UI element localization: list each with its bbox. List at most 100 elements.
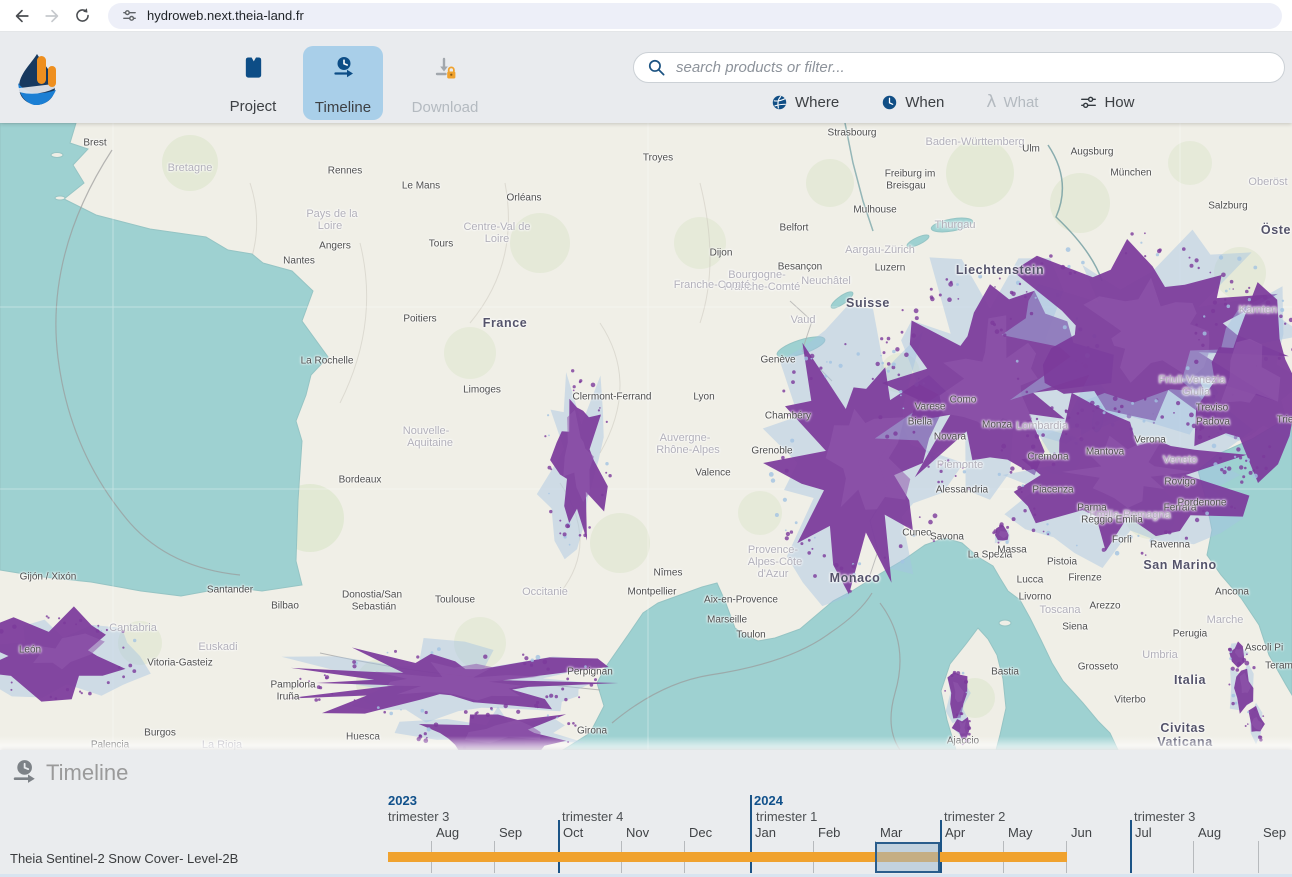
axis-month-label: Jan (755, 825, 776, 840)
map-label-region: Bourgogne- (728, 269, 786, 281)
map-label-region: Veneto (1163, 454, 1197, 466)
timeline-axis[interactable]: AugSepOctNovDecJanFebMarAprMayJunJulAugS… (0, 750, 1292, 877)
axis-tick-sep (1258, 841, 1259, 873)
map-label-region: Aargau-Zürich (845, 244, 915, 256)
axis-year-label: 2023 (388, 793, 417, 808)
reload-icon[interactable] (70, 4, 94, 28)
map-label-region: Euskadi (198, 641, 237, 653)
map-label-country: Italia (1174, 673, 1206, 687)
filter-where-label: Where (795, 94, 839, 111)
map-label-city: Pamplona (270, 680, 315, 691)
map-label-city: Orléans (506, 193, 541, 204)
map-label-country: San Marino (1143, 558, 1216, 572)
search-input[interactable]: search products or filter... (633, 52, 1285, 83)
app-header: Project Timeline Download search product… (0, 32, 1292, 123)
map-canvas[interactable]: FranceMonacoItaliaSan MarinoCivitasVatic… (0, 123, 1292, 750)
timeline-row-bar[interactable] (388, 852, 1067, 862)
map-label-city: Toulouse (435, 595, 475, 606)
map-label-city: Girona (577, 726, 607, 737)
axis-tick-apr (940, 820, 942, 873)
map-label-city: Arezzo (1089, 601, 1120, 612)
map-label-city: Besançon (778, 262, 822, 273)
map-label-city: Treviso (1196, 403, 1228, 414)
map-label-city: Alessandria (936, 485, 988, 496)
map-label-city: Freiburg im (885, 169, 936, 180)
map-label-region: Giulia (1182, 386, 1210, 398)
map-label-region: Baden-Württemberg (925, 136, 1024, 148)
map-label-region: Bretagne (168, 162, 213, 174)
map-label-city: Marseille (707, 615, 747, 626)
search-icon (647, 58, 666, 77)
map-label-city: Trie (1277, 415, 1292, 426)
map-label-region: Oberöst (1248, 176, 1287, 188)
tab-timeline-label: Timeline (315, 99, 371, 116)
map-label-region: Loire (485, 233, 509, 245)
url-text[interactable]: hydroweb.next.theia-land.fr (147, 8, 304, 23)
map-labels-layer: FranceMonacoItaliaSan MarinoCivitasVatic… (0, 123, 1292, 750)
hydroweb-logo[interactable] (16, 53, 58, 109)
axis-tick-aug (1193, 841, 1194, 873)
map-label-country: Öste (1261, 223, 1291, 237)
axis-month-label: Sep (1263, 825, 1286, 840)
tab-download[interactable]: Download (403, 46, 487, 120)
map-label-region: Aquitaine (407, 437, 453, 449)
address-bar[interactable]: hydroweb.next.theia-land.fr (108, 3, 1282, 29)
map-label-city: Pistoia (1047, 557, 1077, 568)
axis-month-label: Nov (626, 825, 649, 840)
map-label-region: Rhône-Alpes (656, 444, 720, 456)
filter-when[interactable]: When (881, 94, 944, 111)
filter-how[interactable]: How (1080, 94, 1134, 111)
map-label-city: Verona (1134, 435, 1166, 446)
filter-where[interactable]: Where (771, 94, 839, 111)
map-label-city: Salzburg (1208, 201, 1247, 212)
map-label-region: Auvergne- (660, 432, 711, 444)
map-label-city: Bastia (991, 667, 1019, 678)
map-label-city: Varese (915, 402, 946, 413)
tune-icon[interactable] (121, 7, 138, 24)
map-label-city: Lyon (693, 392, 714, 403)
sliders-icon (1080, 94, 1097, 111)
map-label-city: Padova (1196, 417, 1230, 428)
filter-when-label: When (905, 94, 944, 111)
map-label-city: Grosseto (1078, 662, 1119, 673)
timeline-selection[interactable] (875, 842, 940, 873)
map-label-city: Genève (760, 355, 795, 366)
timeline-clock-icon (331, 56, 355, 85)
map-label-region: Franche-Comté (724, 281, 800, 293)
map-label-region: Friuli-Venezia (1159, 374, 1226, 386)
browser-toolbar: hydroweb.next.theia-land.fr (0, 0, 1292, 32)
map-label-city: Dijon (710, 248, 733, 259)
map-label-region: Loire (318, 220, 342, 232)
map-label-region: Cantabria (109, 622, 157, 634)
forward-arrow-icon[interactable] (40, 4, 64, 28)
back-arrow-icon[interactable] (10, 4, 34, 28)
map-label-region: Centre-Val de (463, 221, 530, 233)
map-label-city: Biella (908, 417, 932, 428)
globe-icon (771, 94, 788, 111)
map-label-city: Ulm (1022, 144, 1040, 155)
map-label-city: Brest (83, 138, 106, 149)
map-label-region: Pays de la (306, 208, 357, 220)
project-journal-icon (242, 56, 265, 84)
axis-tick-oct (558, 820, 560, 873)
filter-what[interactable]: λ What (986, 94, 1038, 111)
map-label-city: Ravenna (1150, 540, 1190, 551)
map-label-city: Sebastián (352, 602, 396, 613)
map-label-city: Rovigo (1164, 477, 1195, 488)
map-label-city: La Rochelle (301, 356, 354, 367)
map-label-city: Ancona (1215, 587, 1249, 598)
tab-project[interactable]: Project (212, 46, 294, 120)
map-label-country: France (483, 316, 528, 330)
tab-project-label: Project (230, 98, 277, 115)
map-label-city: Forlì (1112, 535, 1132, 546)
map-label-city: Le Mans (402, 181, 440, 192)
map-label-city: Savona (930, 532, 964, 543)
map-label-city: München (1110, 168, 1151, 179)
map-label-city: Montpellier (628, 587, 677, 598)
tab-timeline[interactable]: Timeline (303, 46, 383, 120)
axis-month-label: Jul (1135, 825, 1152, 840)
map-label-region: Alpes-Côte (748, 556, 802, 568)
map-label-country: Liechtenstein (956, 263, 1044, 277)
map-label-city: Monza (982, 420, 1012, 431)
axis-trimester-label: trimester 4 (562, 809, 623, 824)
